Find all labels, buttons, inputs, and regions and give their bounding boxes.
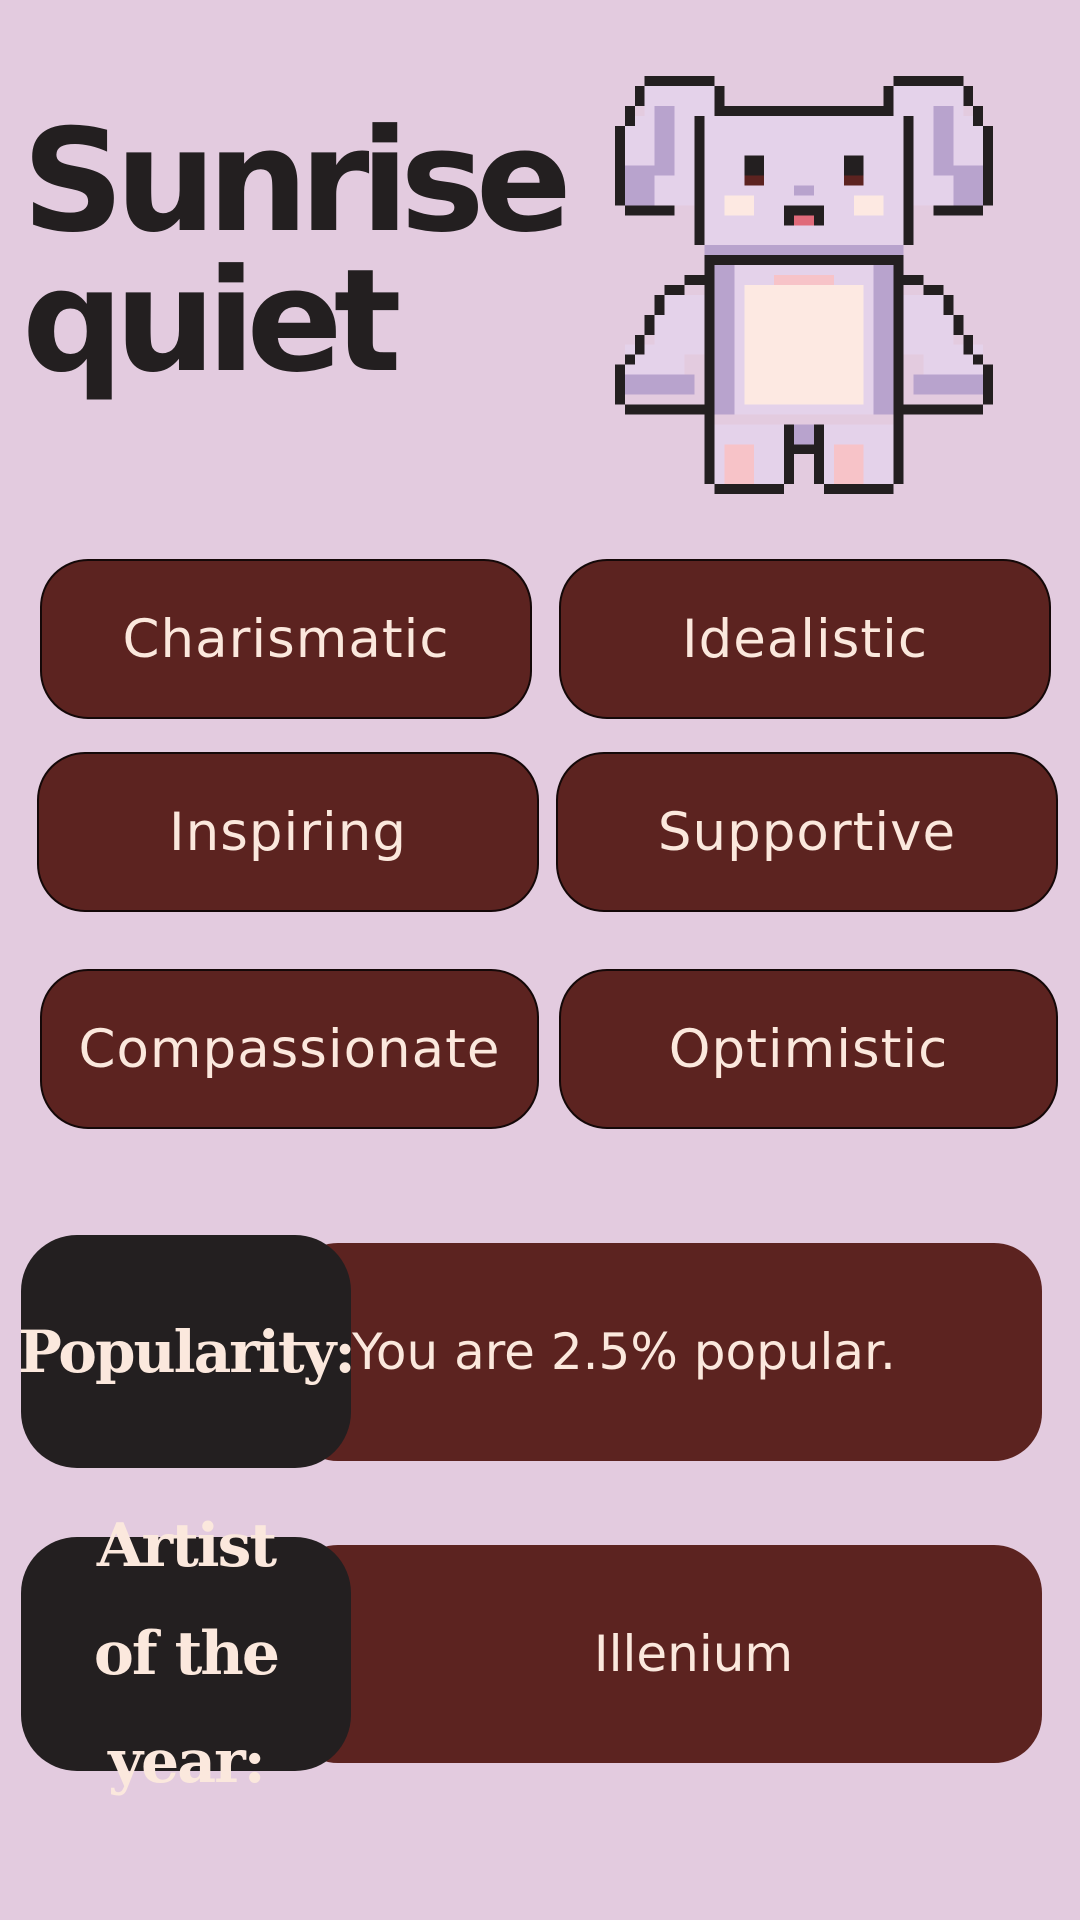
- popularity-value: You are 2.5% popular.: [352, 1323, 896, 1381]
- trait-compassionate[interactable]: Compassionate: [40, 969, 539, 1129]
- page-title: Sunrise quiet: [22, 99, 572, 404]
- trait-optimistic[interactable]: Optimistic: [559, 969, 1058, 1129]
- trait-inspiring[interactable]: Inspiring: [37, 752, 539, 912]
- popularity-value-bar: You are 2.5% popular.: [290, 1243, 1042, 1461]
- title-line-1: Sunrise: [22, 99, 572, 264]
- artist-of-the-year-label: Artist of the year:: [21, 1511, 351, 1797]
- popularity-label: Popularity:: [18, 1235, 356, 1468]
- artist-value-bar: Illenium: [290, 1545, 1042, 1763]
- trait-charismatic[interactable]: Charismatic: [40, 559, 532, 719]
- pixel-bunny-icon: [614, 76, 994, 495]
- title-line-2: quiet: [22, 239, 402, 404]
- trait-supportive[interactable]: Supportive: [556, 752, 1058, 912]
- artist-value: Illenium: [593, 1625, 794, 1683]
- trait-idealistic[interactable]: Idealistic: [559, 559, 1051, 719]
